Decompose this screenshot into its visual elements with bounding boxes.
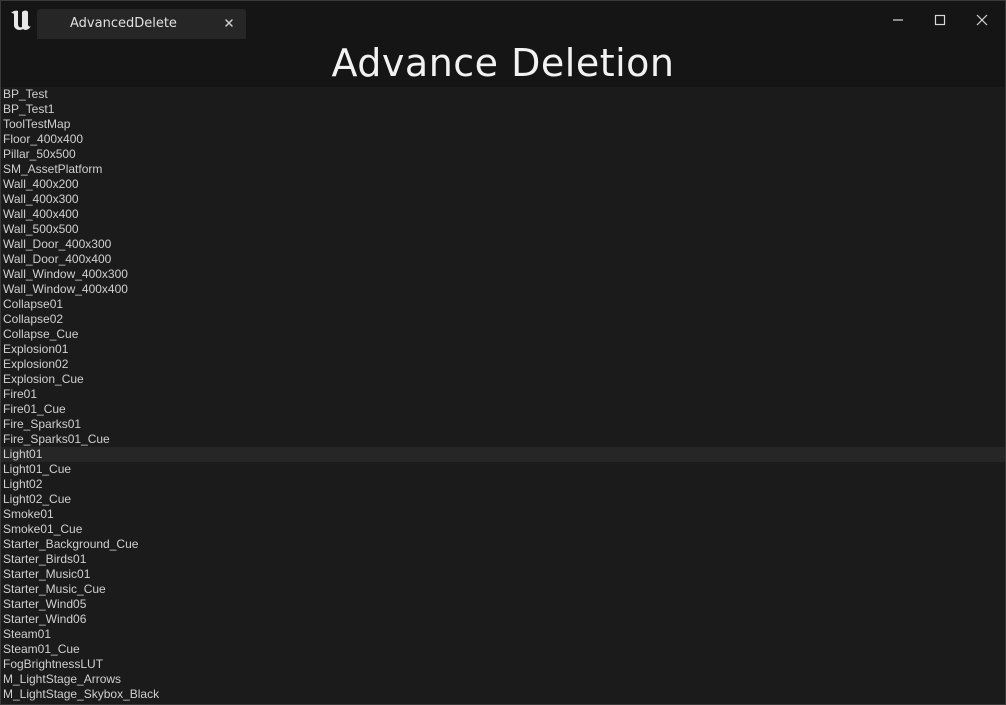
- list-item[interactable]: Light02_Cue: [1, 492, 1005, 507]
- list-item[interactable]: Wall_400x400: [1, 207, 1005, 222]
- list-item[interactable]: Wall_Door_400x300: [1, 237, 1005, 252]
- close-icon: [975, 13, 989, 27]
- minimize-button[interactable]: [877, 1, 919, 39]
- list-item[interactable]: FogBrightnessLUT: [1, 657, 1005, 672]
- asset-list[interactable]: BP_Test BP_Test1 ToolTestMap Floor_400x400 P…: [1, 87, 1005, 704]
- list-item[interactable]: Explosion01: [1, 342, 1005, 357]
- tab-advanced-delete[interactable]: AdvancedDelete: [37, 9, 246, 39]
- list-item[interactable]: Light01: [1, 447, 1005, 462]
- list-item[interactable]: Wall_500x500: [1, 222, 1005, 237]
- list-item[interactable]: Starter_Background_Cue: [1, 537, 1005, 552]
- list-item[interactable]: Wall_Window_400x300: [1, 267, 1005, 282]
- list-item[interactable]: Steam01: [1, 627, 1005, 642]
- list-item[interactable]: Pillar_50x500: [1, 147, 1005, 162]
- list-item[interactable]: M_LightStage_Skybox_Black: [1, 687, 1005, 702]
- page-title: Advance Deletion: [331, 41, 675, 85]
- list-item[interactable]: Starter_Wind06: [1, 612, 1005, 627]
- list-item[interactable]: Starter_Music_Cue: [1, 582, 1005, 597]
- list-item[interactable]: Wall_Door_400x400: [1, 252, 1005, 267]
- list-item[interactable]: Light01_Cue: [1, 462, 1005, 477]
- list-item[interactable]: Smoke01_Cue: [1, 522, 1005, 537]
- advanced-delete-window: AdvancedDelete Advance Deletion BP_Test …: [0, 0, 1006, 705]
- list-item[interactable]: Wall_Window_400x400: [1, 282, 1005, 297]
- list-item[interactable]: M_LightStage_Arrows: [1, 672, 1005, 687]
- maximize-icon: [933, 13, 947, 27]
- list-item[interactable]: Fire01: [1, 387, 1005, 402]
- unreal-logo-icon: [7, 7, 33, 33]
- list-item[interactable]: Fire01_Cue: [1, 402, 1005, 417]
- list-item[interactable]: Collapse02: [1, 312, 1005, 327]
- list-item[interactable]: Collapse01: [1, 297, 1005, 312]
- header: Advance Deletion: [1, 41, 1005, 87]
- list-item[interactable]: Starter_Birds01: [1, 552, 1005, 567]
- minimize-icon: [891, 13, 905, 27]
- list-item[interactable]: Wall_400x200: [1, 177, 1005, 192]
- list-item[interactable]: Fire_Sparks01: [1, 417, 1005, 432]
- list-item[interactable]: BP_Test1: [1, 102, 1005, 117]
- list-item[interactable]: Wall_400x300: [1, 192, 1005, 207]
- close-window-button[interactable]: [961, 1, 1003, 39]
- list-item[interactable]: Starter_Wind05: [1, 597, 1005, 612]
- list-item[interactable]: Fire_Sparks01_Cue: [1, 432, 1005, 447]
- list-item[interactable]: SM_AssetPlatform: [1, 162, 1005, 177]
- list-item[interactable]: Explosion_Cue: [1, 372, 1005, 387]
- title-bar[interactable]: AdvancedDelete: [1, 1, 1005, 41]
- maximize-button[interactable]: [919, 1, 961, 39]
- list-item[interactable]: Smoke01: [1, 507, 1005, 522]
- list-item[interactable]: ToolTestMap: [1, 117, 1005, 132]
- list-item[interactable]: Collapse_Cue: [1, 327, 1005, 342]
- list-item[interactable]: Explosion02: [1, 357, 1005, 372]
- list-item[interactable]: Steam01_Cue: [1, 642, 1005, 657]
- close-icon[interactable]: [220, 14, 238, 32]
- list-item[interactable]: Floor_400x400: [1, 132, 1005, 147]
- list-item[interactable]: BP_Test: [1, 87, 1005, 102]
- list-item[interactable]: Light02: [1, 477, 1005, 492]
- list-item[interactable]: Starter_Music01: [1, 567, 1005, 582]
- tab-label: AdvancedDelete: [70, 16, 177, 31]
